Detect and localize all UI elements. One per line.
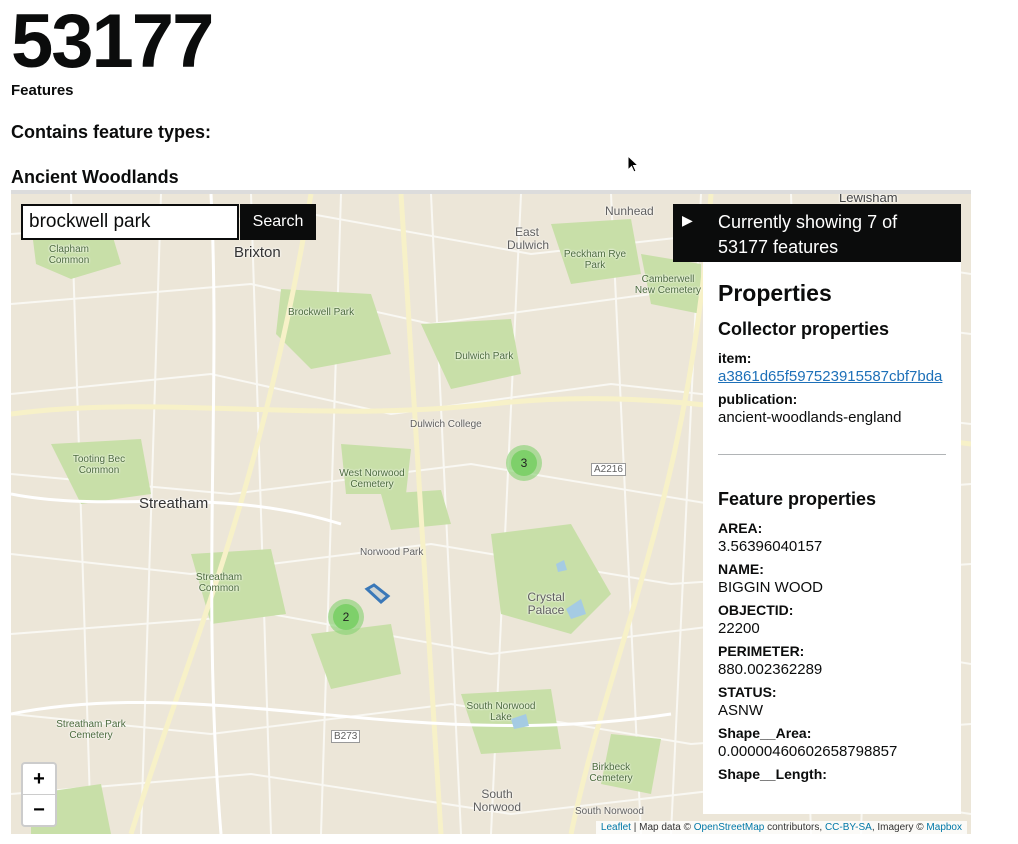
property-value: a3861d65f597523915587cbf7bda bbox=[718, 368, 961, 385]
feature-type-name: Ancient Woodlands bbox=[11, 167, 179, 187]
road-shield: B273 bbox=[331, 730, 361, 743]
properties-panel[interactable]: Properties Collector properties item: a3… bbox=[703, 262, 961, 814]
property-key: OBJECTID: bbox=[718, 602, 794, 618]
place-label: Brockwell Park bbox=[288, 307, 355, 318]
search-button[interactable]: Search bbox=[240, 204, 316, 240]
place-label: Dulwich Park bbox=[455, 351, 514, 362]
map-attribution: Leaflet | Map data © OpenStreetMap contr… bbox=[595, 821, 967, 834]
place-label: South Norwood bbox=[575, 806, 644, 817]
feature-properties-heading: Feature properties bbox=[718, 489, 877, 509]
property-key: Shape__Length: bbox=[718, 766, 827, 782]
property-value: BIGGIN WOOD bbox=[718, 579, 823, 596]
attribution-text: | Map data © bbox=[630, 822, 694, 833]
collector-properties-heading: Collector properties bbox=[718, 319, 890, 339]
cluster-count: 3 bbox=[511, 450, 537, 476]
play-triangle-icon[interactable]: ▶ bbox=[682, 212, 693, 229]
place-label: West Norwood Cemetery bbox=[339, 468, 405, 490]
property-key: item: bbox=[718, 350, 752, 366]
marker-cluster[interactable]: 3 bbox=[506, 445, 542, 481]
feature-count: 53177 bbox=[11, 0, 214, 84]
map[interactable]: Lewisham Nunhead Brixton Clapham Common … bbox=[11, 190, 971, 834]
zoom-out-button[interactable]: − bbox=[23, 795, 55, 825]
property-key: PERIMETER: bbox=[718, 643, 805, 659]
place-label: Streatham bbox=[139, 495, 209, 512]
feature-count-label: Features bbox=[11, 82, 74, 99]
property-key: STATUS: bbox=[718, 684, 777, 700]
property-key: publication: bbox=[718, 391, 798, 407]
osm-link[interactable]: OpenStreetMap bbox=[694, 822, 765, 833]
place-label: Streatham Common bbox=[195, 572, 243, 594]
place-label: Tooting Bec Common bbox=[72, 454, 126, 476]
divider bbox=[718, 454, 946, 455]
info-panel-title: Currently showing 7 of 53177 features bbox=[718, 212, 898, 257]
place-label: Camberwell New Cemetery bbox=[634, 274, 702, 296]
property-value: ancient-woodlands-england bbox=[718, 409, 902, 426]
leaflet-link[interactable]: Leaflet bbox=[601, 822, 631, 833]
mouse-pointer-icon bbox=[627, 155, 640, 173]
attribution-text: , Imagery © bbox=[871, 822, 927, 833]
place-label: Clapham Common bbox=[48, 244, 90, 266]
place-label: Streatham Park Cemetery bbox=[56, 719, 126, 741]
place-label: South Norwood Lake bbox=[466, 701, 536, 723]
property-key: AREA: bbox=[718, 520, 763, 536]
place-label: Dulwich College bbox=[410, 419, 482, 430]
place-label: Nunhead bbox=[605, 204, 654, 218]
property-value: 3.56396040157 bbox=[718, 538, 823, 555]
place-label: Birkbeck Cemetery bbox=[589, 762, 633, 784]
attribution-text: contributors, bbox=[764, 822, 825, 833]
road-shield: A2216 bbox=[591, 463, 626, 476]
info-panel-header[interactable]: ▶ Currently showing 7 of 53177 features bbox=[673, 204, 961, 262]
property-value: 22200 bbox=[718, 620, 760, 637]
property-value: 880.002362289 bbox=[718, 661, 823, 678]
zoom-control: + − bbox=[21, 762, 57, 827]
property-key: Shape__Area: bbox=[718, 725, 812, 741]
property-value: 0.00000460602658798857 bbox=[718, 743, 898, 760]
properties-heading: Properties bbox=[718, 280, 832, 306]
cluster-count: 2 bbox=[333, 604, 359, 630]
item-link[interactable]: a3861d65f597523915587cbf7bda bbox=[718, 368, 942, 385]
place-label: Crystal Palace bbox=[527, 590, 565, 617]
place-label: South Norwood bbox=[472, 787, 522, 814]
mapbox-link[interactable]: Mapbox bbox=[926, 822, 962, 833]
zoom-in-button[interactable]: + bbox=[23, 764, 55, 795]
place-label: Brixton bbox=[234, 244, 281, 261]
place-label: Norwood Park bbox=[360, 547, 424, 558]
place-label: Lewisham bbox=[839, 190, 898, 205]
marker-cluster[interactable]: 2 bbox=[328, 599, 364, 635]
place-label: East Dulwich bbox=[507, 225, 550, 252]
place-label: Peckham Rye Park bbox=[563, 249, 627, 271]
feature-types-heading: Contains feature types: bbox=[11, 122, 212, 142]
property-value: ASNW bbox=[718, 702, 763, 719]
search-input[interactable]: brockwell park bbox=[21, 204, 239, 240]
property-key: NAME: bbox=[718, 561, 764, 577]
license-link[interactable]: CC-BY-SA bbox=[825, 822, 872, 833]
